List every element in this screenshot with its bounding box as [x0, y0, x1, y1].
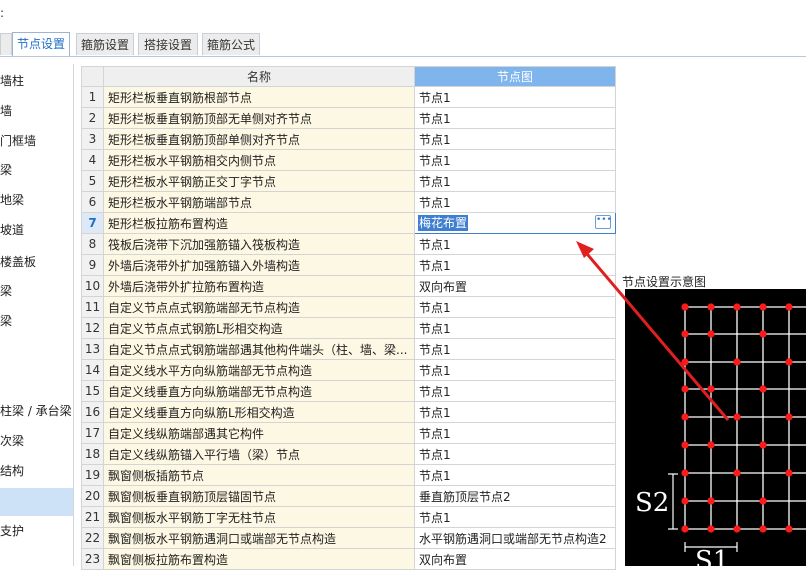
- annotation-arrow-layer: [576, 241, 730, 421]
- red-arrow-icon: [576, 241, 730, 421]
